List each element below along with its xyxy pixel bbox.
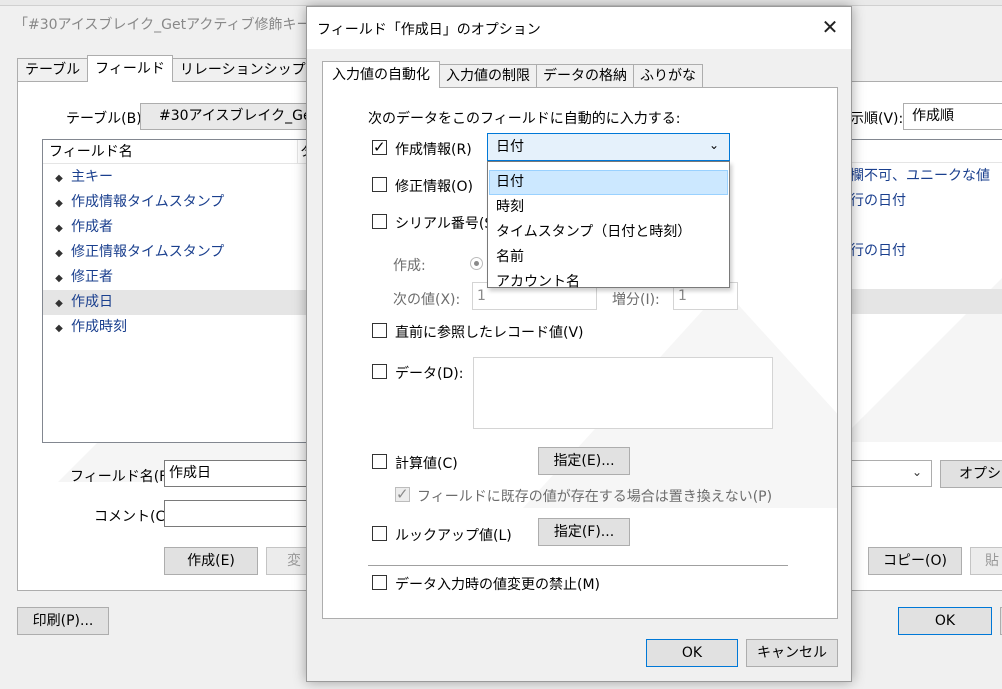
sort-order-label: 示順(V): [850,111,904,127]
prev-record-label[interactable]: 直前に参照したレコード値(V) [395,322,584,342]
modification-label[interactable]: 修正情報(O) [395,176,473,196]
dropdown-option-name[interactable]: 名前 [489,245,728,270]
ok-button[interactable]: OK [646,639,738,667]
field-row-name: 作成時刻 [71,319,127,335]
tab-furigana[interactable]: ふりがな [633,64,703,88]
field-row[interactable]: ◆ 主キー [43,165,309,190]
field-row-name: 作成情報タイムスタンプ [71,194,225,210]
field-name-input[interactable]: 作成日 [164,460,314,487]
serial-checkbox[interactable] [372,214,387,229]
print-button[interactable]: 印刷(P)... [17,607,109,635]
field-options-dialog: フィールド「作成日」のオプション ✕ 入力値の自動化 入力値の制限 データの格納… [306,6,852,682]
table-select[interactable]: #30アイスブレイク_Get [140,103,312,130]
field-name-label: フィールド名(F): [70,469,178,485]
field-list[interactable]: フィールド名 タ ◆主キー ◆作成情報タイムスタンプ ◆作成者 ◆修正情報タイム… [42,139,314,443]
chevron-down-icon[interactable]: ⌄ [912,465,922,479]
drag-handle-icon[interactable]: ◆ [53,316,65,341]
dropdown-option-timestamp[interactable]: タイムスタンプ（日付と時刻） [489,220,728,245]
auto-enter-instruction: 次のデータをこのフィールドに自動的に入力する: [368,111,681,127]
field-row-selected[interactable]: ◆ 作成日 [43,290,309,315]
calc-replace-checkbox[interactable] [395,485,410,503]
field-row-name: 修正情報タイムスタンプ [71,244,225,260]
tab-fields[interactable]: フィールド [87,55,173,82]
lookup-specify-button[interactable]: 指定(F)... [538,518,630,546]
field-row[interactable]: ◆ 作成者 [43,215,309,240]
data-label[interactable]: データ(D): [395,363,463,383]
modification-checkbox[interactable] [372,177,387,192]
copy-button[interactable]: コピー(O) [868,547,962,575]
serial-create-label: 作成: [393,258,426,274]
dropdown-option-account-name[interactable]: アカウント名 [489,270,728,295]
paste-button[interactable]: 貼り [970,547,1002,575]
calc-specify-button[interactable]: 指定(E)... [538,447,630,475]
drag-handle-icon[interactable]: ◆ [53,216,65,241]
tab-auto-enter[interactable]: 入力値の自動化 [322,61,440,88]
options-button[interactable]: オプショ [940,460,1002,488]
data-textarea[interactable] [473,357,773,429]
chevron-down-icon[interactable]: ⌄ [709,138,719,152]
creation-label[interactable]: 作成情報(R) [395,139,472,159]
dropdown-option-time[interactable]: 時刻 [489,195,728,220]
cancel-button[interactable]: キャンセル [746,639,838,667]
drag-handle-icon[interactable]: ◆ [53,291,65,316]
prohibit-modification-label[interactable]: データ入力時の値変更の禁止(M) [395,574,600,594]
create-button[interactable]: 作成(E) [164,547,258,575]
tab-storage[interactable]: データの格納 [536,64,634,88]
tab-relationships[interactable]: リレーションシップ [171,58,314,82]
close-icon[interactable]: ✕ [819,15,841,39]
field-row[interactable]: ◆ 作成情報タイムスタンプ [43,190,309,215]
creation-type-select[interactable]: 日付 [487,133,730,161]
ok-button[interactable]: OK [898,607,992,635]
serial-on-create-radio[interactable] [470,257,483,270]
sort-order-select[interactable]: 作成順 [903,103,1002,130]
field-row-name: 修正者 [71,269,113,285]
serial-next-label: 次の値(X): [393,292,461,308]
lookup-checkbox[interactable] [372,526,387,541]
creation-type-dropdown: 日付 時刻 タイムスタンプ（日付と時刻） 名前 アカウント名 [487,161,730,290]
data-checkbox[interactable] [372,364,387,379]
serial-label[interactable]: シリアル番号(S) [395,213,499,233]
field-row-name: 主キー [71,169,113,185]
prohibit-modification-checkbox[interactable] [372,575,387,590]
dropdown-option-date[interactable]: 日付 [489,170,728,195]
tab-validation[interactable]: 入力値の制限 [439,64,537,88]
calc-label[interactable]: 計算値(C) [395,453,458,473]
field-option-text: 行の日付 [850,193,906,209]
field-row-name: 作成日 [71,294,113,310]
calc-replace-label[interactable]: フィールドに既存の値が存在する場合は置き換えない(P) [417,486,772,506]
calc-checkbox[interactable] [372,454,387,469]
dialog-title: フィールド「作成日」のオプション [317,22,541,38]
table-label: テーブル(B): [66,111,147,127]
tab-tables[interactable]: テーブル [17,58,89,82]
divider [368,565,788,566]
creation-checkbox[interactable] [372,138,387,156]
field-row[interactable]: ◆ 作成時刻 [43,315,309,340]
field-row-name: 作成者 [71,219,113,235]
dialog-titlebar: フィールド「作成日」のオプション ✕ [307,7,851,49]
drag-handle-icon[interactable]: ◆ [53,241,65,266]
field-list-header-options [850,139,1002,163]
selected-row-highlight [850,289,1002,314]
lookup-label[interactable]: ルックアップ値(L) [395,525,512,545]
field-option-text: 欄不可、ユニークな値 [850,168,990,184]
drag-handle-icon[interactable]: ◆ [53,266,65,291]
drag-handle-icon[interactable]: ◆ [53,166,65,191]
field-list-header-name[interactable]: フィールド名 [43,140,309,164]
dialog-tabs: 入力値の自動化 入力値の制限 データの格納 ふりがな [322,61,703,88]
prev-record-checkbox[interactable] [372,323,387,338]
field-row[interactable]: ◆ 修正者 [43,265,309,290]
field-row[interactable]: ◆ 修正情報タイムスタンプ [43,240,309,265]
field-option-text: 行の日付 [850,243,906,259]
manage-tabs: テーブル フィールド リレーションシップ [17,55,314,82]
drag-handle-icon[interactable]: ◆ [53,191,65,216]
comment-input[interactable] [164,500,314,527]
